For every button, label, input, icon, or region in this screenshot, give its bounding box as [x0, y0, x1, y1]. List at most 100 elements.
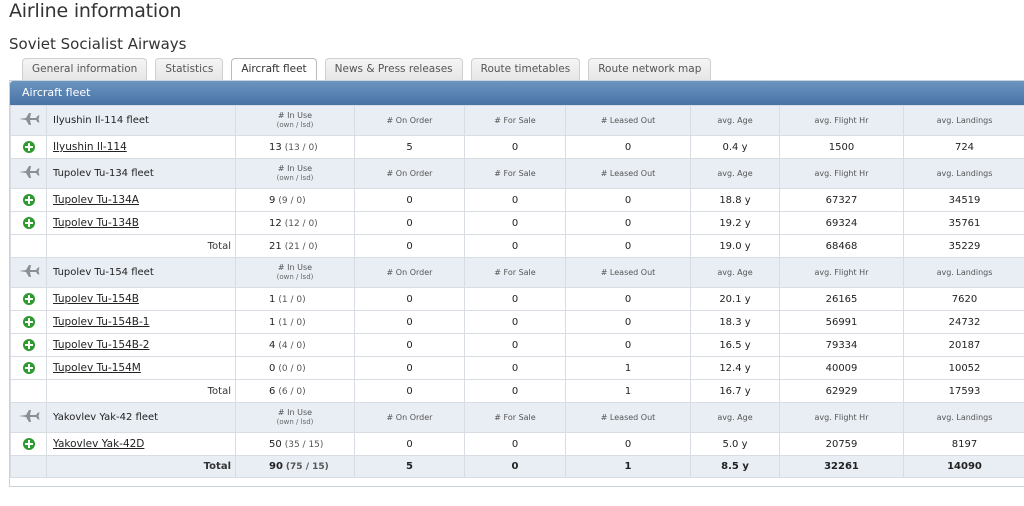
for-sale-cell: 0 — [464, 135, 566, 159]
col-header-leased-out: # Leased Out — [565, 402, 691, 433]
add-cell — [10, 211, 47, 235]
col-header-avg-age: avg. Age — [690, 402, 780, 433]
fleet-group-name: Tupolev Tu-134 fleet — [46, 158, 236, 189]
model-link[interactable]: Tupolev Tu-154B — [47, 293, 139, 305]
avg-flight-hr-cell: 1500 — [779, 135, 904, 159]
avg-flight-hr-cell: 32261 — [779, 455, 904, 478]
avg-age-cell: 8.5 y — [690, 455, 780, 478]
col-header-leased-out: # Leased Out — [565, 257, 691, 288]
model-link[interactable]: Tupolev Tu-154B-1 — [47, 316, 149, 328]
in-use-cell: 1 (1 / 0) — [235, 287, 355, 311]
leased-out-cell: 0 — [565, 211, 691, 235]
model-link[interactable]: Tupolev Tu-134A — [47, 194, 139, 206]
avg-landings-cell: 35229 — [903, 234, 1024, 258]
avg-flight-hr-cell: 56991 — [779, 310, 904, 334]
leased-out-cell: 0 — [565, 287, 691, 311]
in-use-cell: 50 (35 / 15) — [235, 432, 355, 456]
in-use-value: 90 — [269, 461, 283, 472]
avg-age-cell: 18.3 y — [690, 310, 780, 334]
own-lsd-value: (1 / 0) — [278, 317, 306, 328]
model-cell: Tupolev Tu-154B-2 — [46, 333, 236, 357]
add-cell — [10, 356, 47, 380]
avg-landings-cell: 35761 — [903, 211, 1024, 235]
col-header-avg-flight-hr: avg. Flight Hr — [779, 257, 904, 288]
in-use-value: 50 — [269, 438, 282, 450]
fleet-group-header: Tupolev Tu-134 fleet # In Use (own / lsd) #… — [10, 158, 1024, 189]
on-order-cell: 0 — [354, 356, 465, 380]
add-icon[interactable] — [22, 194, 35, 206]
aircraft-fleet-panel: Aircraft fleet Ilyushin Il-114 fleet # In… — [9, 80, 1024, 487]
col-header-in-use-sub: (own / lsd) — [276, 418, 314, 426]
for-sale-cell: 0 — [464, 455, 566, 478]
avg-landings-cell: 24732 — [903, 310, 1024, 334]
avg-landings-cell: 8197 — [903, 432, 1024, 456]
leased-out-cell: 1 — [565, 455, 691, 478]
on-order-cell: 0 — [354, 287, 465, 311]
airplane-icon — [18, 166, 40, 182]
add-icon[interactable] — [22, 316, 35, 328]
model-link[interactable]: Tupolev Tu-154B-2 — [47, 339, 149, 351]
tab-news-press-releases[interactable]: News & Press releases — [324, 58, 463, 80]
col-header-avg-landings: avg. Landings — [903, 105, 1024, 136]
model-link[interactable]: Ilyushin Il-114 — [47, 141, 127, 153]
in-use-cell: 12 (12 / 0) — [235, 211, 355, 235]
for-sale-cell: 0 — [464, 310, 566, 334]
avg-flight-hr-cell: 69324 — [779, 211, 904, 235]
total-blank-cell — [10, 379, 47, 403]
airplane-icon — [18, 265, 40, 281]
fleet-icon-cell — [10, 105, 47, 136]
tab-statistics[interactable]: Statistics — [155, 58, 224, 80]
tab-aircraft-fleet[interactable]: Aircraft fleet — [231, 58, 317, 81]
avg-landings-cell: 14090 — [903, 455, 1024, 478]
in-use-cell: 0 (0 / 0) — [235, 356, 355, 380]
avg-age-cell: 5.0 y — [690, 432, 780, 456]
fleet-group-name: Yakovlev Yak-42 fleet — [46, 402, 236, 433]
col-header-avg-age: avg. Age — [690, 257, 780, 288]
avg-landings-cell: 724 — [903, 135, 1024, 159]
col-header-avg-age: avg. Age — [690, 105, 780, 136]
add-icon[interactable] — [22, 339, 35, 351]
fleet-group-header: Tupolev Tu-154 fleet # In Use (own / lsd) #… — [10, 257, 1024, 288]
add-icon[interactable] — [22, 141, 35, 153]
add-icon[interactable] — [22, 217, 35, 229]
own-lsd-value: (4 / 0) — [278, 340, 306, 351]
tab-general-information[interactable]: General information — [22, 58, 148, 80]
fleet-model-row: Tupolev Tu-154B-1 1 (1 / 0) 0 0 0 18.3 y 56991 2… — [10, 310, 1024, 334]
avg-landings-cell: 20187 — [903, 333, 1024, 357]
col-header-for-sale: # For Sale — [464, 105, 566, 136]
leased-out-cell: 0 — [565, 432, 691, 456]
add-icon[interactable] — [22, 293, 35, 305]
col-header-in-use-sub: (own / lsd) — [276, 273, 314, 281]
fleet-icon-cell — [10, 257, 47, 288]
model-link[interactable]: Tupolev Tu-154M — [47, 362, 141, 374]
in-use-value: 13 — [269, 141, 282, 153]
col-header-in-use: # In Use (own / lsd) — [235, 402, 355, 433]
model-cell: Yakovlev Yak-42D — [46, 432, 236, 456]
col-header-avg-landings: avg. Landings — [903, 158, 1024, 189]
airplane-icon — [18, 410, 40, 426]
in-use-value: 9 — [269, 194, 276, 206]
in-use-cell: 21 (21 / 0) — [235, 234, 355, 258]
col-header-on-order: # On Order — [354, 105, 465, 136]
for-sale-cell: 0 — [464, 356, 566, 380]
on-order-cell: 0 — [354, 188, 465, 212]
fleet-group-header: Yakovlev Yak-42 fleet # In Use (own / lsd)… — [10, 402, 1024, 433]
own-lsd-value: (9 / 0) — [278, 195, 306, 206]
add-cell — [10, 135, 47, 159]
col-header-avg-flight-hr: avg. Flight Hr — [779, 402, 904, 433]
avg-flight-hr-cell: 79334 — [779, 333, 904, 357]
avg-flight-hr-cell: 67327 — [779, 188, 904, 212]
for-sale-cell: 0 — [464, 287, 566, 311]
model-link[interactable]: Yakovlev Yak-42D — [47, 438, 144, 450]
add-icon[interactable] — [22, 362, 35, 374]
col-header-avg-landings: avg. Landings — [903, 402, 1024, 433]
in-use-value: 0 — [269, 362, 276, 374]
model-link[interactable]: Tupolev Tu-134B — [47, 217, 139, 229]
avg-flight-hr-cell: 26165 — [779, 287, 904, 311]
tab-route-timetables[interactable]: Route timetables — [470, 58, 581, 80]
col-header-avg-flight-hr: avg. Flight Hr — [779, 105, 904, 136]
add-icon[interactable] — [22, 438, 35, 450]
tab-route-network-map[interactable]: Route network map — [588, 58, 712, 80]
fleet-model-row: Yakovlev Yak-42D 50 (35 / 15) 0 0 0 5.0 y 20759… — [10, 432, 1024, 456]
avg-flight-hr-cell: 40009 — [779, 356, 904, 380]
